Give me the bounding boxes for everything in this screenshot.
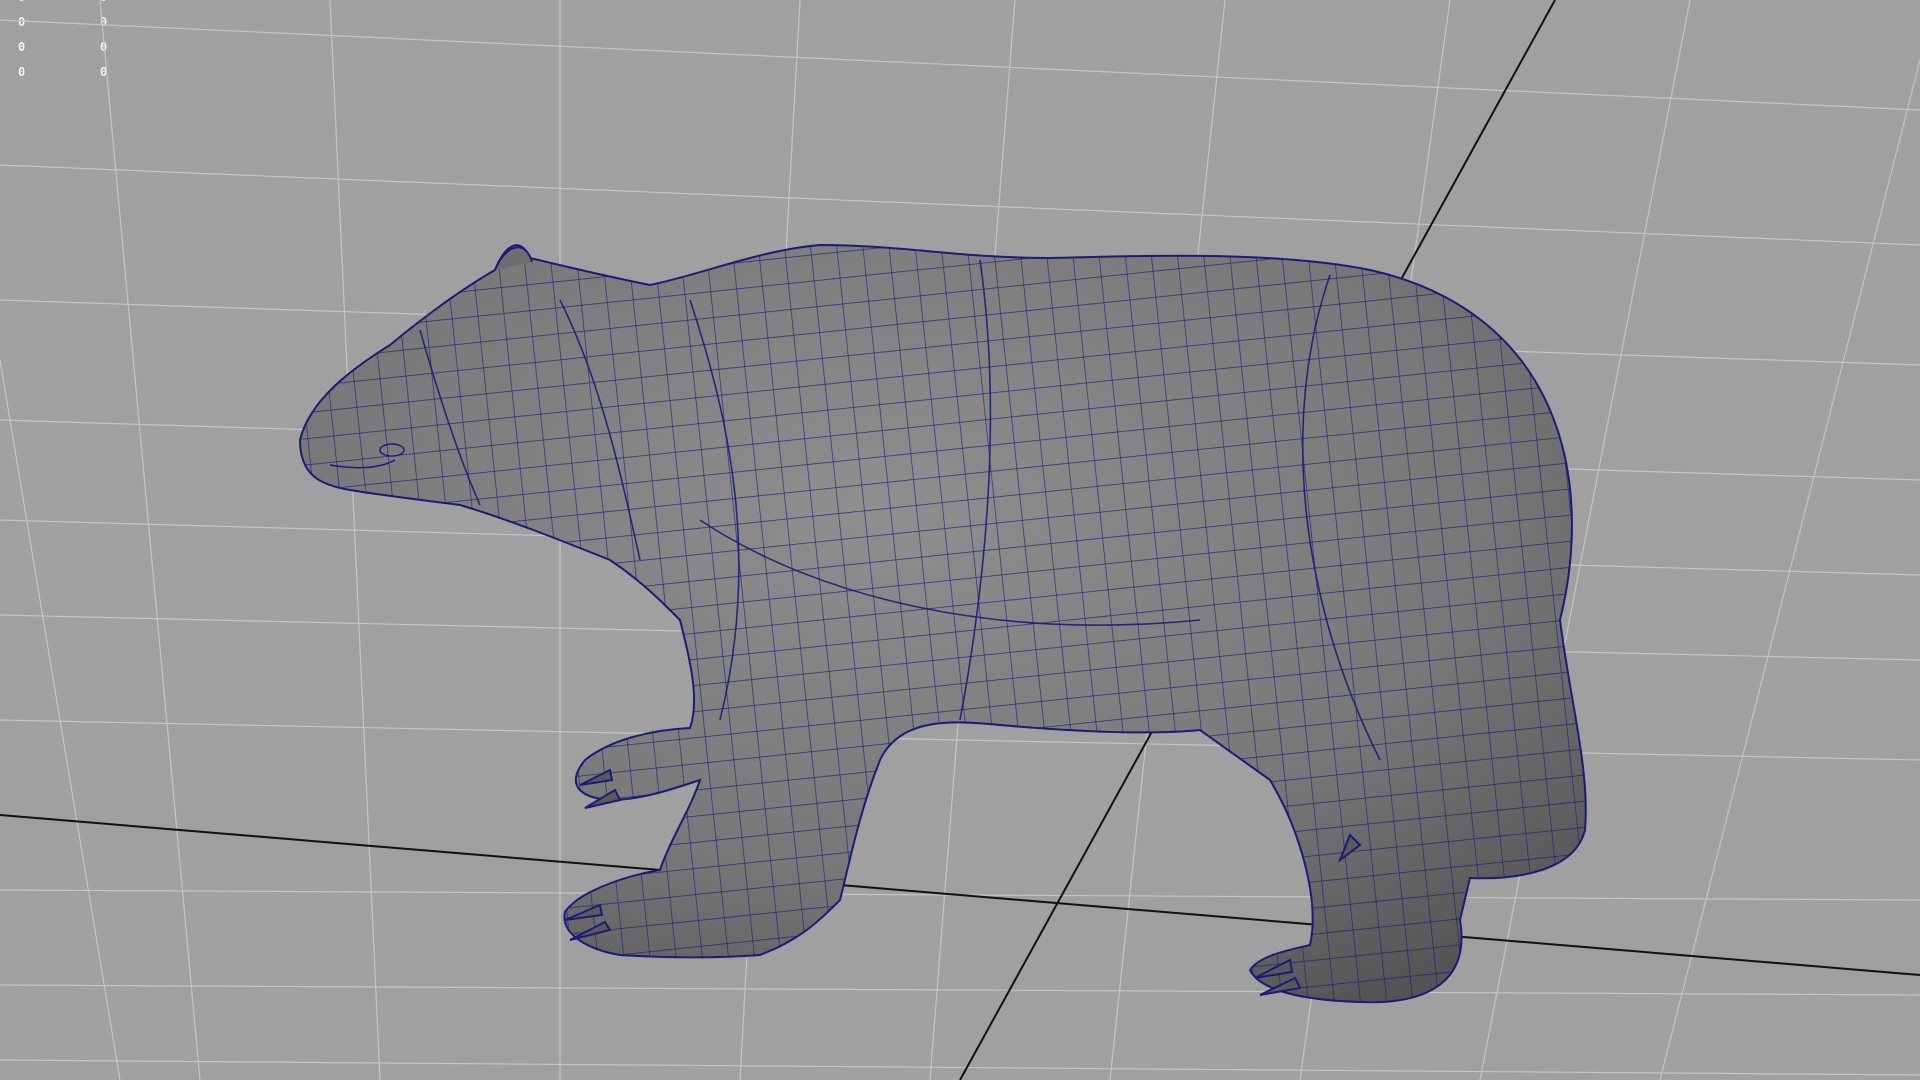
viewport-panel[interactable]: 0 0 0 0 0 0 0 0 — [0, 0, 1920, 1080]
bear-mesh[interactable] — [280, 220, 1600, 1020]
scene-view[interactable] — [0, 0, 1920, 1080]
